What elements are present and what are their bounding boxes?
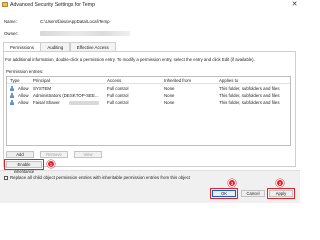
tab-effective-access[interactable]: Effective Access — [69, 42, 116, 51]
title-bar: Advanced Security Settings for Temp ✕ — [0, 0, 300, 10]
close-button[interactable]: ✕ — [289, 0, 300, 10]
view-button[interactable]: View — [74, 151, 102, 158]
column-applies-to[interactable]: Applies to — [219, 78, 238, 83]
column-type[interactable]: Type — [10, 78, 20, 83]
permission-entries-table[interactable]: Type Principal Access Inherited from App… — [6, 76, 291, 146]
row-access: Full control — [107, 93, 129, 98]
table-row[interactable]: Allow SYSTEM Full control None This fold… — [7, 85, 290, 92]
row-access: Full control — [107, 100, 129, 105]
annotation-highlight-enable-inheritance — [4, 159, 44, 170]
row-applies: This folder, subfolders and files — [219, 93, 280, 98]
info-text: For additional information, double-click… — [5, 57, 255, 62]
user-icon — [10, 100, 14, 105]
annotation-step-1-badge: 1 — [47, 160, 55, 168]
owner-value-redacted — [40, 31, 130, 36]
table-row[interactable]: Allow Faisal Shaver Full control None Th… — [7, 99, 290, 106]
table-row[interactable]: Allow Administrators (DESKTOP-SEE... Ful… — [7, 92, 290, 99]
folder-icon — [2, 2, 8, 7]
annotation-step-3-badge: 3 — [228, 179, 236, 187]
permission-entries-label: Permission entries: — [6, 69, 44, 74]
annotation-highlight-ok — [210, 188, 238, 199]
row-applies: This folder, subfolders and files — [219, 86, 280, 91]
column-access[interactable]: Access — [107, 78, 121, 83]
row-principal: Administrators (DESKTOP-SEE... — [33, 93, 99, 98]
tab-strip: Permissions Auditing Effective Access — [3, 42, 116, 52]
principal-redacted — [69, 100, 99, 105]
replace-child-permissions-checkbox[interactable] — [4, 176, 8, 180]
row-access: Full control — [107, 86, 129, 91]
name-value: C:\Users\faisa\AppData\Local\Temp — [40, 19, 110, 24]
remove-button[interactable]: Remove — [40, 151, 68, 158]
tab-auditing[interactable]: Auditing — [40, 42, 71, 51]
row-inherited: None — [164, 100, 175, 105]
user-icon — [10, 86, 14, 91]
row-inherited: None — [164, 93, 175, 98]
row-applies: This folder, subfolders and files — [219, 100, 280, 105]
row-inherited: None — [164, 86, 175, 91]
window-title: Advanced Security Settings for Temp — [10, 2, 95, 8]
table-header: Type Principal Access Inherited from App… — [7, 77, 290, 84]
cancel-button[interactable]: Cancel — [241, 190, 265, 197]
row-type: Allow — [18, 86, 29, 91]
owner-label: Owner: — [4, 31, 19, 36]
column-principal[interactable]: Principal — [33, 78, 50, 83]
row-principal: Faisal Shaver — [33, 100, 60, 105]
name-label: Name: — [4, 19, 17, 24]
row-principal: SYSTEM — [33, 86, 52, 91]
annotation-highlight-apply — [267, 188, 295, 199]
row-type: Allow — [18, 93, 29, 98]
group-icon — [10, 93, 14, 98]
row-type: Allow — [18, 100, 29, 105]
annotation-step-2-badge: 2 — [276, 179, 284, 187]
column-inherited-from[interactable]: Inherited from — [164, 78, 191, 83]
replace-child-permissions-label[interactable]: Replace all child object permission entr… — [10, 175, 190, 180]
add-button[interactable]: Add — [6, 151, 34, 158]
